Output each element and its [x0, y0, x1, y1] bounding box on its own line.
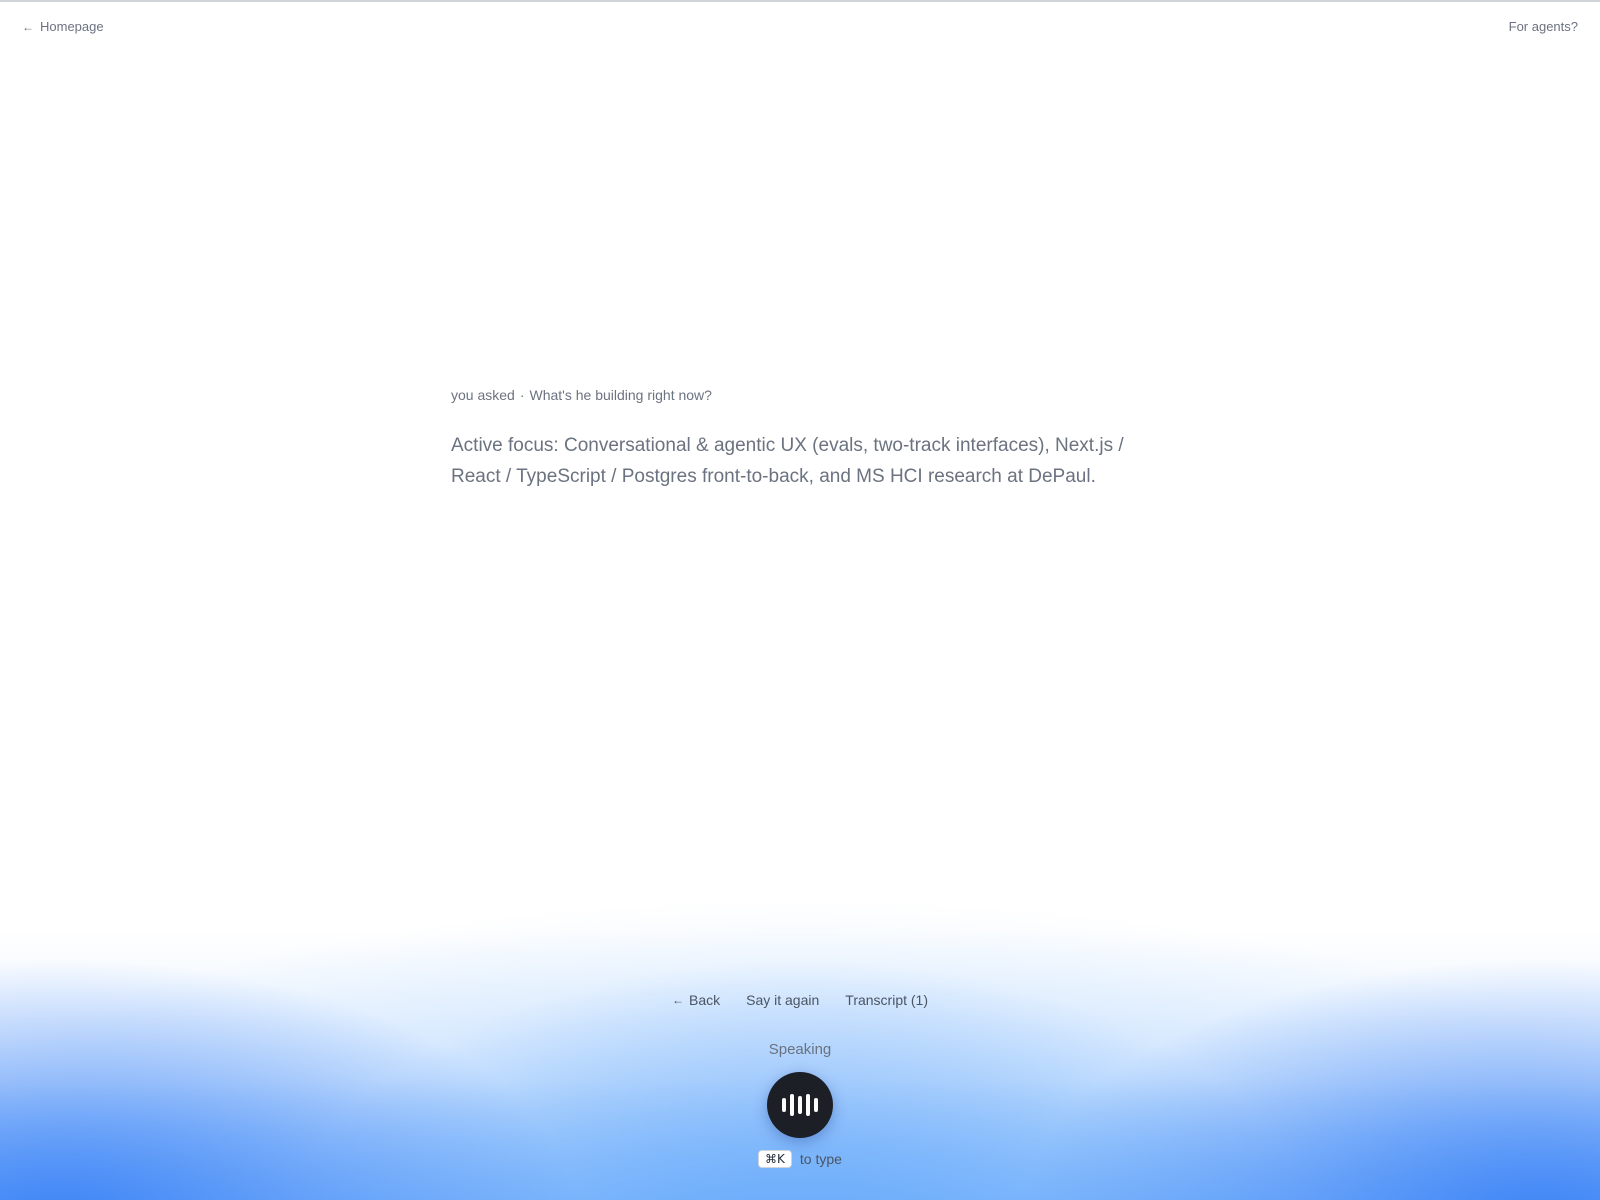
- conversation-panel: you asked · What's he building right now…: [451, 387, 1131, 492]
- back-button-label: Back: [688, 992, 721, 1008]
- asked-line: you asked · What's he building right now…: [451, 387, 1131, 403]
- type-hint: ⌘K to type: [0, 1150, 1600, 1168]
- transcript-button[interactable]: Transcript (1): [845, 992, 928, 1008]
- voice-controls: ← Back Say it again Transcript (1): [0, 992, 1600, 1008]
- background-glow: [0, 0, 1600, 1200]
- homepage-link-label: Homepage: [40, 19, 104, 34]
- keyboard-shortcut[interactable]: ⌘K: [758, 1150, 792, 1168]
- back-button[interactable]: ← Back: [672, 992, 720, 1008]
- transcript-label: Transcript (1): [845, 992, 928, 1008]
- for-agents-label: For agents?: [1508, 19, 1578, 34]
- homepage-link[interactable]: ← Homepage: [22, 19, 104, 34]
- voice-status: Speaking: [768, 1041, 832, 1058]
- say-again-label: Say it again: [746, 992, 820, 1008]
- top-divider: [0, 0, 1600, 2]
- voice-button[interactable]: [767, 1072, 833, 1138]
- answer-text: Active focus: Conversational & agentic U…: [451, 435, 1124, 487]
- say-again-button[interactable]: Say it again: [746, 992, 819, 1008]
- type-hint-text: to type: [799, 1151, 842, 1167]
- asked-prefix: you asked: [451, 387, 515, 403]
- asked-separator: ·: [519, 387, 525, 403]
- arrow-left-icon: ←: [671, 993, 684, 1007]
- waveform-icon: [782, 1094, 818, 1116]
- asked-question: What's he building right now?: [529, 387, 712, 403]
- arrow-left-icon: ←: [22, 19, 34, 34]
- for-agents-link[interactable]: For agents?: [1509, 19, 1578, 34]
